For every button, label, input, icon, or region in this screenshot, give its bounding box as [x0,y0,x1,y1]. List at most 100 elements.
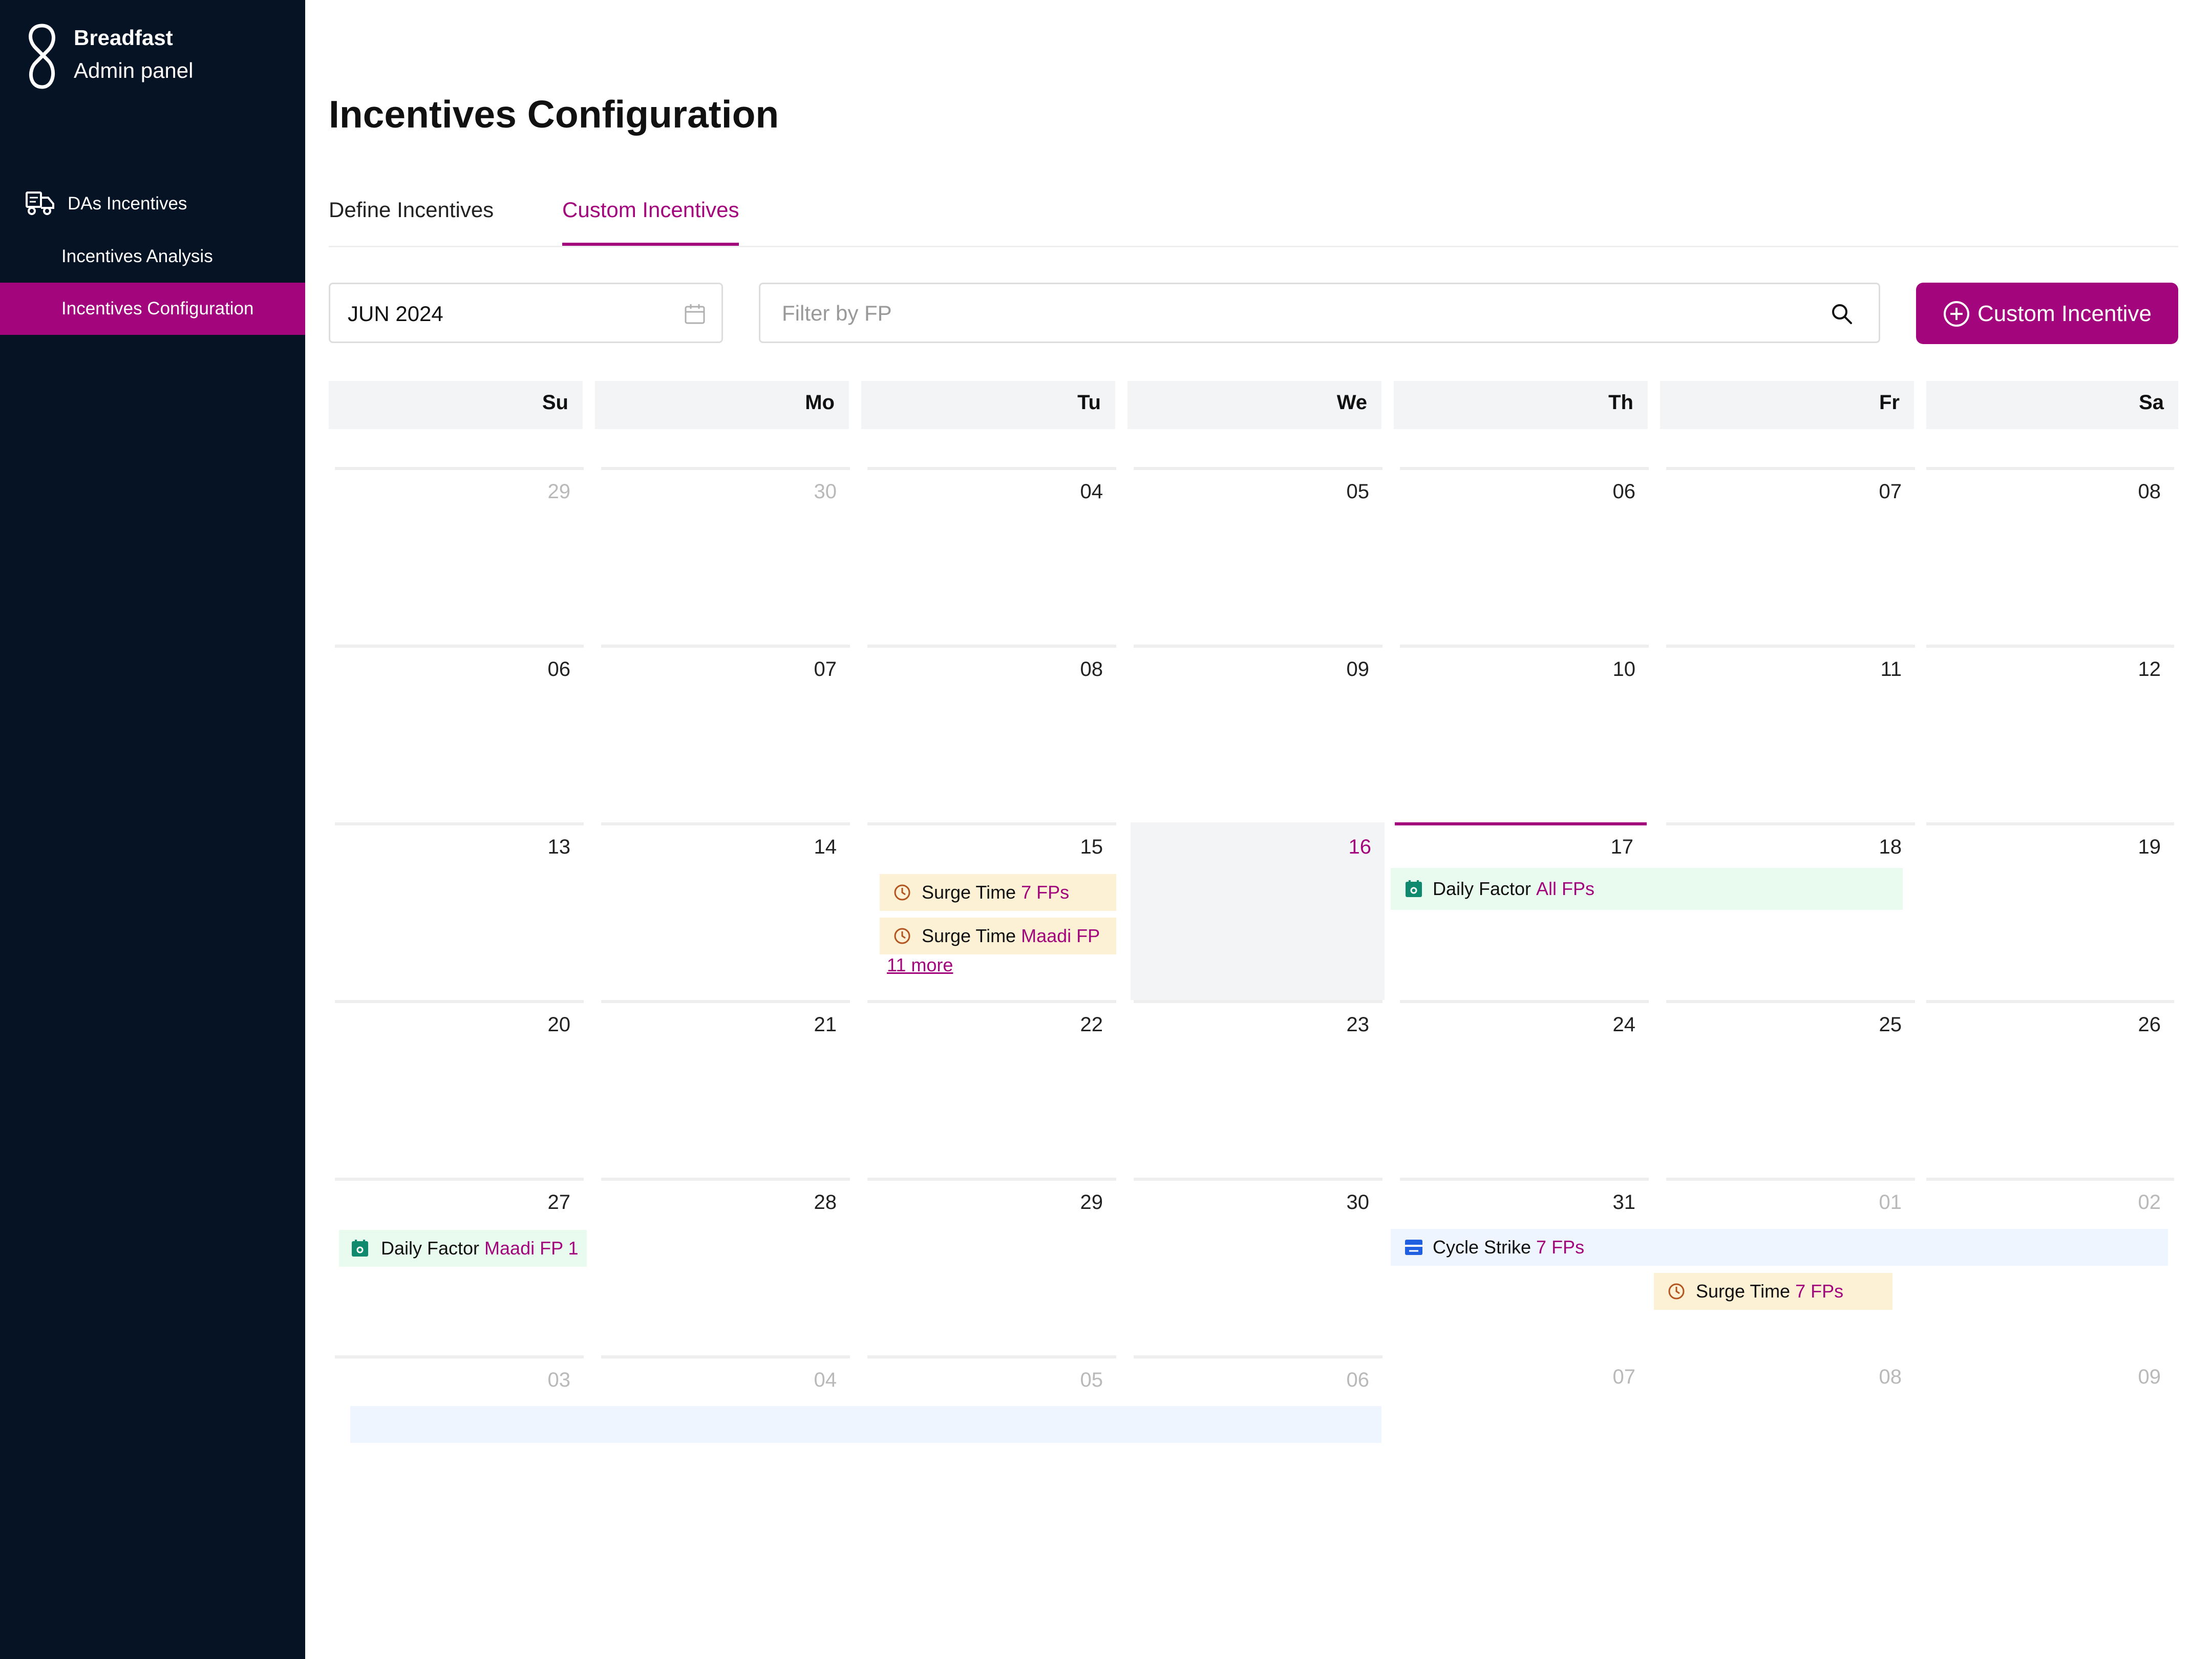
day-cell[interactable]: 04 [867,467,1116,645]
day-number: 14 [814,836,837,858]
day-cell-today[interactable]: 16 [1131,822,1385,1000]
day-cell[interactable]: 10 [1400,645,1649,822]
search-icon[interactable] [1831,303,1853,325]
day-number: 12 [2138,658,2161,680]
day-number: 23 [1346,1013,1370,1036]
day-cell[interactable]: 19 [1926,822,2174,1000]
day-number: 02 [2138,1191,2161,1214]
day-cell[interactable]: 18 [1666,822,1915,1000]
day-cell[interactable]: 12 [1926,645,2174,822]
day-cell[interactable]: 09 [1926,1355,2174,1442]
day-cell[interactable]: 08 [1926,467,2174,645]
sidebar-item-incentives-configuration[interactable]: Incentives Configuration [0,283,305,335]
event-label: Surge Time [1696,1281,1791,1302]
event-tag: All FPs [1536,878,1595,899]
day-number: 09 [1346,658,1370,680]
day-cell[interactable]: 06 [1400,467,1649,645]
event-surge-time[interactable]: Surge Time 7 FPs [1654,1273,1892,1310]
event-daily-factor[interactable]: Daily Factor All FPs [1391,868,1903,910]
day-number: 11 [1880,658,1902,680]
day-cell[interactable]: 02 [1926,1178,2174,1355]
filter-input[interactable] [781,296,1756,330]
calendar-icon [685,304,705,324]
day-number: 05 [1346,480,1370,503]
day-cell[interactable]: 05 [1134,467,1382,645]
day-cell[interactable]: 08 [1666,1355,1915,1442]
day-cell[interactable]: 30 [601,467,850,645]
event-label: Cycle Strike [1433,1237,1532,1258]
day-number: 18 [1879,836,1902,858]
event-cycle-strike[interactable]: Cycle Strike 7 FPs [1391,1229,2168,1266]
weekday-sa: Sa [1926,381,2178,429]
day-number: 06 [1346,1369,1370,1391]
nav-section-das-incentives[interactable]: DAs Incentives [25,189,301,220]
day-cell[interactable]: 25 [1666,1000,1915,1178]
day-cell[interactable]: 21 [601,1000,850,1178]
day-cell[interactable]: 29 [335,467,584,645]
day-number: 04 [1080,480,1103,503]
day-cell[interactable]: 24 [1400,1000,1649,1178]
day-number: 29 [547,480,571,503]
event-tag: 7 FPs [1536,1237,1585,1258]
day-cell[interactable]: 13 [335,822,584,1000]
event-surge-time[interactable]: Surge Time Maadi FP [880,918,1116,954]
calendar-weekday-header: Su Mo Tu We Th Fr Sa [329,381,2178,429]
day-number: 08 [1080,658,1103,680]
add-custom-incentive-button[interactable]: Custom Incentive [1916,283,2178,344]
day-number: 03 [547,1369,571,1391]
event-tag: Maadi FP 1 [484,1238,579,1259]
day-cell[interactable]: 07 [1400,1355,1649,1442]
event-cycle-continuation[interactable] [350,1406,1381,1443]
day-cell[interactable]: 07 [601,645,850,822]
event-tag: 7 FPs [1795,1281,1844,1302]
day-number: 08 [2138,480,2161,503]
day-cell[interactable]: 23 [1134,1000,1382,1178]
event-label: Surge Time [922,925,1016,946]
calendar-badge-icon [352,1240,368,1257]
day-number: 10 [1612,658,1636,680]
day-number: 29 [1080,1191,1103,1214]
day-cell[interactable]: 06 [335,645,584,822]
day-cell[interactable]: 31 [1400,1178,1649,1355]
tab-define-incentives[interactable]: Define Incentives [329,198,494,246]
day-number: 25 [1879,1013,1902,1036]
day-cell[interactable]: 08 [867,645,1116,822]
day-cell[interactable]: 17 [1395,822,1647,1000]
weekday-su: Su [329,381,583,429]
day-cell[interactable]: 20 [335,1000,584,1178]
event-daily-factor[interactable]: Daily Factor Maadi FP 1 [339,1230,587,1267]
day-cell[interactable]: 11 [1666,645,1915,822]
day-number: 30 [1346,1191,1370,1214]
day-cell[interactable]: 22 [867,1000,1116,1178]
day-number: 26 [2138,1013,2161,1036]
day-cell[interactable]: 01 [1666,1178,1915,1355]
day-cell[interactable]: 07 [1666,467,1915,645]
weekday-tu: Tu [861,381,1115,429]
more-events-link[interactable]: 11 more [887,954,953,976]
day-number: 28 [814,1191,837,1214]
month-picker[interactable]: JUN 2024 [329,283,723,343]
day-number: 01 [1879,1191,1902,1214]
day-number: 07 [1612,1366,1636,1388]
weekday-fr: Fr [1660,381,1914,429]
day-number: 06 [1612,480,1636,503]
calendar-grid: 29 30 04 05 06 07 08 06 07 08 09 10 11 1… [329,467,2178,1443]
sidebar-item-incentives-analysis[interactable]: Incentives Analysis [0,230,305,283]
day-number: 08 [1879,1366,1902,1388]
day-cell[interactable]: 09 [1134,645,1382,822]
cycle-strike-icon [1405,1240,1422,1255]
delivery-truck-icon [26,192,54,215]
filter-by-fp[interactable] [759,283,1880,343]
event-surge-time[interactable]: Surge Time 7 FPs [880,874,1116,911]
day-number: 27 [547,1191,571,1214]
day-cell[interactable]: 28 [601,1178,850,1355]
calendar-badge-icon [1406,880,1422,897]
clock-icon [894,884,910,901]
event-label: Daily Factor [381,1238,480,1259]
tab-custom-incentives[interactable]: Custom Incentives [562,198,739,246]
day-cell[interactable]: 14 [601,822,850,1000]
day-cell[interactable]: 30 [1134,1178,1382,1355]
day-cell[interactable]: 26 [1926,1000,2174,1178]
day-cell[interactable]: 29 [867,1178,1116,1355]
event-label: Surge Time [922,882,1016,903]
